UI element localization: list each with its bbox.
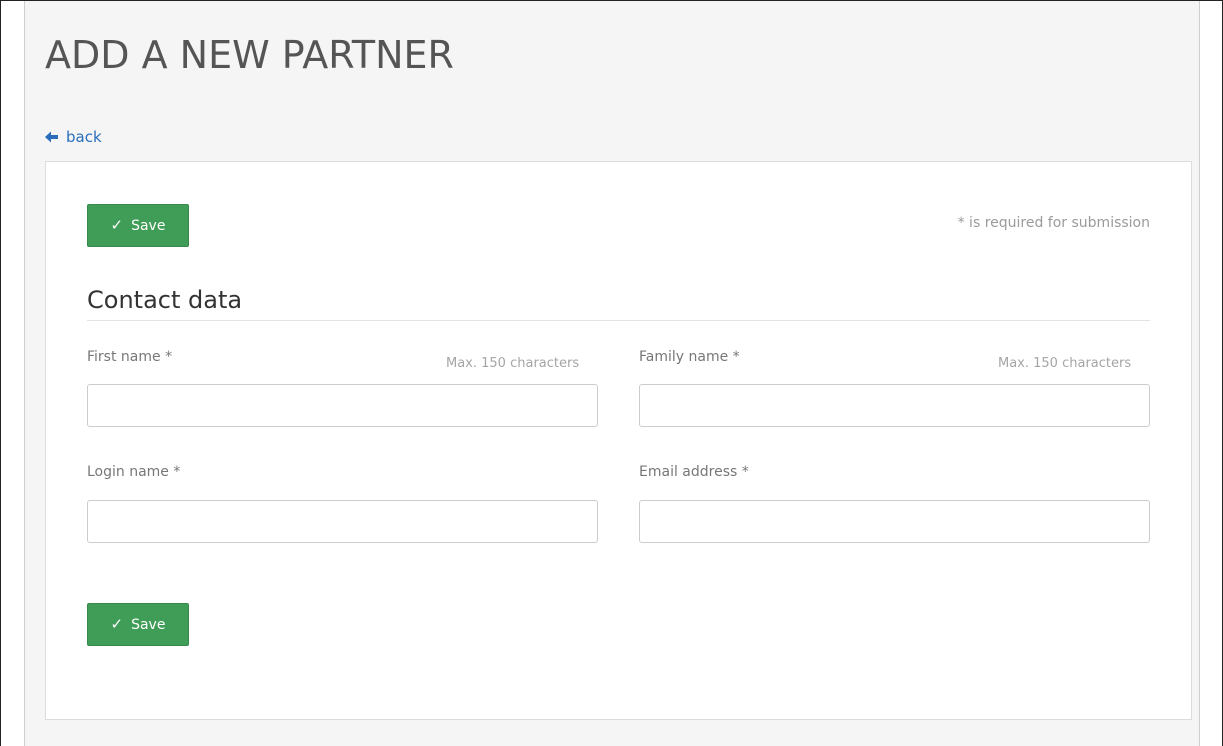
email-input[interactable] — [639, 500, 1150, 543]
checkmark-icon: ✓ — [110, 615, 124, 633]
save-button-label: Save — [131, 616, 166, 633]
page-content: ADD A NEW PARTNER back ✓ Save * is requi… — [24, 1, 1200, 746]
required-note: * is required for submission — [957, 215, 1150, 231]
back-link[interactable]: back — [45, 128, 102, 146]
checkmark-icon: ✓ — [110, 216, 124, 234]
family-name-label: Family name * — [639, 349, 740, 365]
family-name-hint: Max. 150 characters — [998, 356, 1132, 371]
save-button-label: Save — [131, 217, 166, 234]
arrow-left-icon — [45, 131, 58, 143]
save-button-bottom[interactable]: ✓ Save — [87, 603, 189, 646]
family-name-input[interactable] — [639, 384, 1150, 427]
section-divider — [87, 320, 1150, 321]
login-name-label: Login name * — [87, 464, 181, 480]
first-name-input[interactable] — [87, 384, 598, 427]
login-name-input[interactable] — [87, 500, 598, 543]
save-button-top[interactable]: ✓ Save — [87, 204, 189, 247]
form-panel: ✓ Save * is required for submission Cont… — [45, 161, 1192, 720]
back-link-label: back — [66, 128, 102, 146]
email-label: Email address * — [639, 464, 749, 480]
section-title: Contact data — [87, 286, 243, 314]
page-title: ADD A NEW PARTNER — [45, 33, 454, 77]
first-name-label: First name * — [87, 349, 173, 365]
first-name-hint: Max. 150 characters — [446, 356, 580, 371]
